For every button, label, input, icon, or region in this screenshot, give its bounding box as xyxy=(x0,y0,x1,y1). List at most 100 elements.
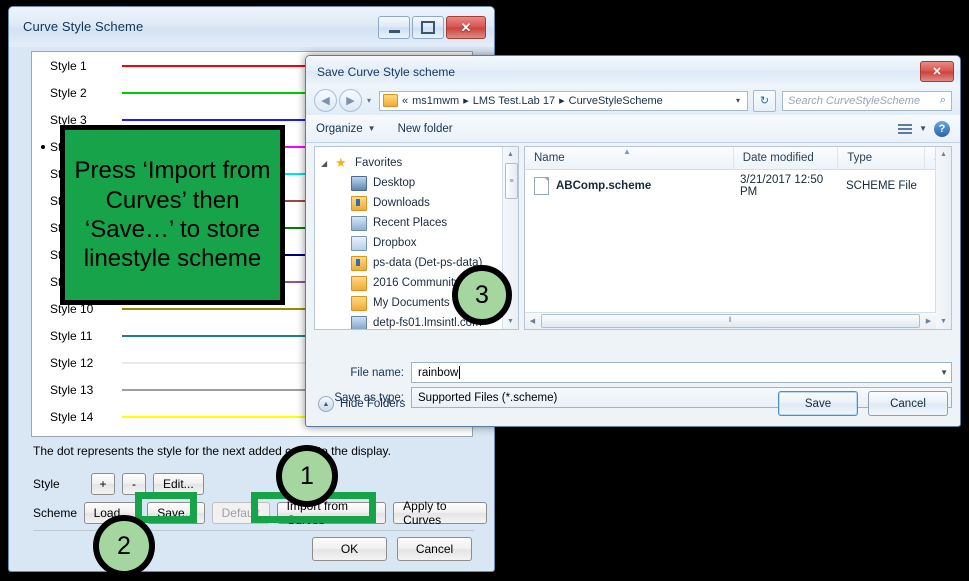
maximize-button[interactable] xyxy=(412,16,444,39)
style-label: Style 12 xyxy=(50,355,94,370)
save-dialog-close-icon[interactable]: ✕ xyxy=(920,61,954,82)
nav-item-downloads[interactable]: Downloads xyxy=(321,193,518,213)
column-header-label: Date modified xyxy=(742,152,814,164)
close-glyph: ✕ xyxy=(460,20,472,35)
file-name-label: File name: xyxy=(350,366,404,379)
file-list-pane[interactable]: Name▲Date modifiedTypeSiz ABComp.scheme3… xyxy=(524,146,952,330)
refresh-icon[interactable]: ↻ xyxy=(753,89,776,112)
badge-3-number: 3 xyxy=(475,280,489,309)
back-icon[interactable]: ◀ xyxy=(314,89,337,112)
breadcrumb[interactable]: « ms1mwm ▸ LMS Test.Lab 17 ▸ CurveStyleS… xyxy=(379,90,748,111)
file-name-input[interactable]: rainbow ▼ xyxy=(411,362,952,383)
hide-folders-label: Hide Folders xyxy=(340,398,406,410)
address-bar: ◀ ▶ ▾ « ms1mwm ▸ LMS Test.Lab 17 ▸ Curve… xyxy=(306,86,960,115)
dl-icon xyxy=(351,195,367,211)
folder-icon xyxy=(351,275,367,291)
file-name-cell: ABComp.scheme xyxy=(525,177,737,195)
column-header-label: Type xyxy=(847,152,873,164)
table-row[interactable]: ABComp.scheme 3/21/2017 12:50 PM SCHEME Fi… xyxy=(525,174,951,198)
file-list-header: Name▲Date modifiedTypeSiz xyxy=(525,147,951,170)
sort-ascending-icon: ▲ xyxy=(623,147,631,156)
minimize-button[interactable] xyxy=(378,16,410,39)
file-scroll-down-icon[interactable]: ▼ xyxy=(936,314,951,329)
nav-item-dropbox[interactable]: Dropbox xyxy=(321,233,518,253)
save-button[interactable]: Save xyxy=(778,391,858,416)
file-list-body[interactable]: ABComp.scheme 3/21/2017 12:50 PM SCHEME Fi… xyxy=(525,174,951,198)
style-label: Style 11 xyxy=(50,328,93,343)
badge-1: 1 xyxy=(276,445,338,507)
nav-item-label: Recent Places xyxy=(373,217,448,229)
selected-dot xyxy=(41,144,45,149)
file-name-chevron-down-icon[interactable]: ▼ xyxy=(934,368,948,377)
style-label: Style 14 xyxy=(50,409,94,424)
new-folder-label: New folder xyxy=(397,122,453,135)
folder-icon xyxy=(383,94,399,107)
column-header[interactable]: Name ▲ xyxy=(525,147,734,169)
badge-3: 3 xyxy=(452,265,512,325)
view-chevron-down-icon[interactable]: ▼ xyxy=(919,124,927,133)
nav-item-desktop[interactable]: Desktop xyxy=(321,173,518,193)
nav-scroll-up-icon[interactable]: ▲ xyxy=(503,147,518,162)
instruction-callout: Press ‘Import from Curves’ then ‘Save…’ … xyxy=(60,125,285,305)
breadcrumb-prefix: « xyxy=(402,94,409,107)
cancel-button[interactable]: Cancel xyxy=(868,391,948,416)
column-header-label: Name xyxy=(534,152,565,164)
ok-button[interactable]: OK xyxy=(312,537,387,561)
nav-scroll-down-icon[interactable]: ▼ xyxy=(503,314,518,329)
column-header[interactable]: Type xyxy=(838,147,926,169)
file-scroll-up-icon[interactable]: ▲ xyxy=(936,147,951,162)
search-icon: ⌕ xyxy=(939,94,946,106)
cancel-button[interactable]: Cancel xyxy=(397,537,472,561)
breadcrumb-chevron-down-icon[interactable]: ▾ xyxy=(732,96,744,105)
save-as-type-value: Supported Files (*.scheme) xyxy=(418,391,558,404)
hscroll-thumb[interactable]: ⦀ xyxy=(541,314,920,328)
file-type-cell: SCHEME File xyxy=(846,180,917,192)
help-icon[interactable]: ? xyxy=(934,120,950,137)
hscroll-left-icon[interactable]: ◀ xyxy=(525,317,540,325)
save-dialog-buttons: Save Cancel xyxy=(778,391,948,416)
recent-icon xyxy=(351,215,367,231)
file-name-text: ABComp.scheme xyxy=(556,180,652,192)
breadcrumb-item-1[interactable]: LMS Test.Lab 17 xyxy=(473,95,555,107)
apply-to-curves-button[interactable]: Apply to Curves xyxy=(393,499,487,527)
add-style-button[interactable]: + xyxy=(91,473,115,495)
breadcrumb-sep-1: ▸ xyxy=(559,95,565,107)
list-view-icon[interactable] xyxy=(898,123,913,134)
history-chevron-icon[interactable]: ▾ xyxy=(367,96,371,105)
breadcrumb-item-0[interactable]: ms1mwm xyxy=(412,95,459,107)
nav-item-label: ps-data (Det-ps-data) xyxy=(373,257,483,269)
hscroll-right-icon[interactable]: ▶ xyxy=(921,317,936,325)
dropbox-icon xyxy=(351,235,367,251)
file-name-value: rainbow xyxy=(418,366,459,379)
file-name-row: File name: rainbow ▼ xyxy=(314,362,952,383)
dl-icon xyxy=(351,255,367,271)
nav-item-label: Favorites xyxy=(355,157,403,169)
column-header[interactable]: Date modified xyxy=(734,147,839,169)
nav-item-label: Dropbox xyxy=(373,237,417,249)
window-controls: ✕ xyxy=(378,16,486,39)
save-dialog-title: Save Curve Style scheme xyxy=(317,65,456,79)
hide-folders-toggle[interactable]: ▲ Hide Folders xyxy=(318,396,405,412)
file-vscrollbar[interactable]: ▲ ▼ xyxy=(935,147,951,329)
nav-item-label: Downloads xyxy=(373,197,430,209)
badge-2: 2 xyxy=(93,515,155,577)
nav-item-recent-places[interactable]: Recent Places xyxy=(321,213,518,233)
expander-icon[interactable]: ◢ xyxy=(321,159,329,168)
chevron-down-icon: ▼ xyxy=(367,124,376,133)
nav-scroll-thumb[interactable]: ≡ xyxy=(505,163,518,199)
new-folder-button[interactable]: New folder xyxy=(398,123,453,135)
close-icon[interactable]: ✕ xyxy=(446,16,486,39)
forward-icon[interactable]: ▶ xyxy=(339,89,362,112)
file-hscrollbar[interactable]: ◀ ⦀ ▶ xyxy=(525,312,936,329)
page-title: Curve Style Scheme xyxy=(23,19,144,34)
nav-item-favorites[interactable]: ◢ ★ Favorites xyxy=(321,153,518,173)
file-date-cell: 3/21/2017 12:50 PM xyxy=(740,174,824,198)
file-toolbar: Organize ▼ New folder ▼ ? xyxy=(306,115,960,143)
breadcrumb-item-2[interactable]: CurveStyleScheme xyxy=(569,95,663,107)
organize-menu[interactable]: Organize ▼ xyxy=(316,123,376,135)
save-curve-style-scheme-dialog: Save Curve Style scheme ✕ ◀ ▶ ▾ « ms1mwm… xyxy=(305,55,961,427)
dot-note-text: The dot represents the style for the nex… xyxy=(33,444,391,458)
style-label: Style 1 xyxy=(50,58,87,73)
nav-item-label: Desktop xyxy=(373,177,416,189)
search-input[interactable]: Search CurveStyleScheme ⌕ xyxy=(782,90,952,111)
